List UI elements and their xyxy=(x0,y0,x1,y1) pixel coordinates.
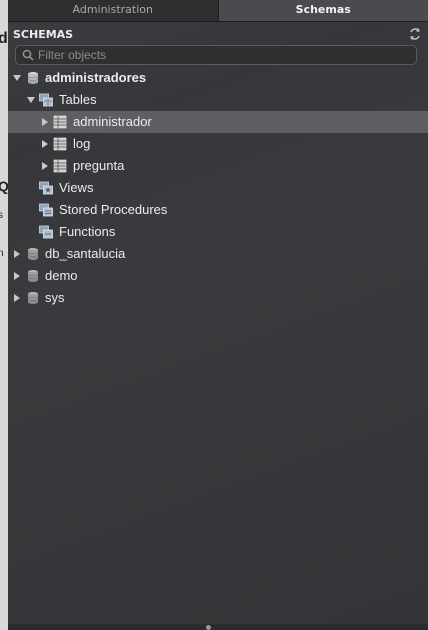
table-label: pregunta xyxy=(73,158,125,173)
schema-label: db_santalucia xyxy=(45,246,126,261)
navigator-panel: Administration Schemas SCHEMAS Filter ob… xyxy=(8,0,428,630)
panel-footer xyxy=(8,624,428,630)
cut-off-text: Q xyxy=(0,178,8,194)
stored-procedures-label: Stored Procedures xyxy=(59,202,168,217)
table-icon xyxy=(53,115,67,129)
tree-item-functions[interactable]: Functions xyxy=(8,221,428,243)
database-icon xyxy=(27,72,39,84)
section-title: SCHEMAS xyxy=(13,28,74,41)
table-icon xyxy=(53,137,67,151)
functions-label: Functions xyxy=(59,224,116,239)
table-label: administrador xyxy=(73,114,152,129)
chevron-right-icon[interactable] xyxy=(13,272,21,280)
procedures-folder-icon xyxy=(39,203,53,217)
filter-box xyxy=(15,45,417,65)
chevron-right-icon[interactable] xyxy=(13,294,21,302)
tree-item-table-administrador[interactable]: administrador xyxy=(8,111,428,133)
chevron-right-icon[interactable] xyxy=(13,250,21,258)
chevron-right-icon[interactable] xyxy=(41,140,49,148)
database-icon xyxy=(27,248,39,260)
database-icon xyxy=(27,292,39,304)
tree-item-table-log[interactable]: log xyxy=(8,133,428,155)
tree-item-table-pregunta[interactable]: pregunta xyxy=(8,155,428,177)
table-label: log xyxy=(73,136,91,151)
schema-label: administradores xyxy=(45,70,147,85)
chevron-right-icon[interactable] xyxy=(41,162,49,170)
workbench-navigator: d Q s n Administration Schemas SCHEMAS F… xyxy=(0,0,428,630)
chevron-right-icon[interactable] xyxy=(41,118,49,126)
cut-off-text: s xyxy=(0,210,3,221)
schema-label: demo xyxy=(45,268,78,283)
schema-label: sys xyxy=(45,290,65,305)
tree-item-views[interactable]: Views xyxy=(8,177,428,199)
filter-input[interactable] xyxy=(38,47,408,63)
tree-item-stored-procedures[interactable]: Stored Procedures xyxy=(8,199,428,221)
tab-schemas[interactable]: Schemas xyxy=(218,0,428,21)
tree-item-demo[interactable]: demo xyxy=(8,265,428,287)
database-icon xyxy=(27,270,39,282)
table-icon xyxy=(53,159,67,173)
cut-off-text: d xyxy=(0,30,8,47)
tables-label: Tables xyxy=(59,92,97,107)
cut-off-text: n xyxy=(0,248,4,259)
chevron-down-icon[interactable] xyxy=(27,96,35,104)
chevron-down-icon[interactable] xyxy=(13,74,21,82)
functions-folder-icon xyxy=(39,225,53,239)
navigator-tabs: Administration Schemas xyxy=(8,0,428,22)
tree-item-tables[interactable]: Tables xyxy=(8,89,428,111)
tree-item-sys[interactable]: sys xyxy=(8,287,428,309)
background-window-edge: d Q s n xyxy=(0,0,8,630)
tab-administration[interactable]: Administration xyxy=(8,0,219,21)
tree-item-db-santalucia[interactable]: db_santalucia xyxy=(8,243,428,265)
schema-tree: administradores Tables administrador log… xyxy=(8,67,428,309)
views-folder-icon xyxy=(39,181,53,195)
tables-folder-icon xyxy=(39,93,53,107)
tree-item-administradores[interactable]: administradores xyxy=(8,67,428,89)
views-label: Views xyxy=(59,180,94,195)
resize-handle[interactable] xyxy=(206,625,211,630)
search-icon xyxy=(22,49,34,61)
refresh-icon[interactable] xyxy=(408,27,422,41)
schemas-header: SCHEMAS xyxy=(8,22,428,44)
